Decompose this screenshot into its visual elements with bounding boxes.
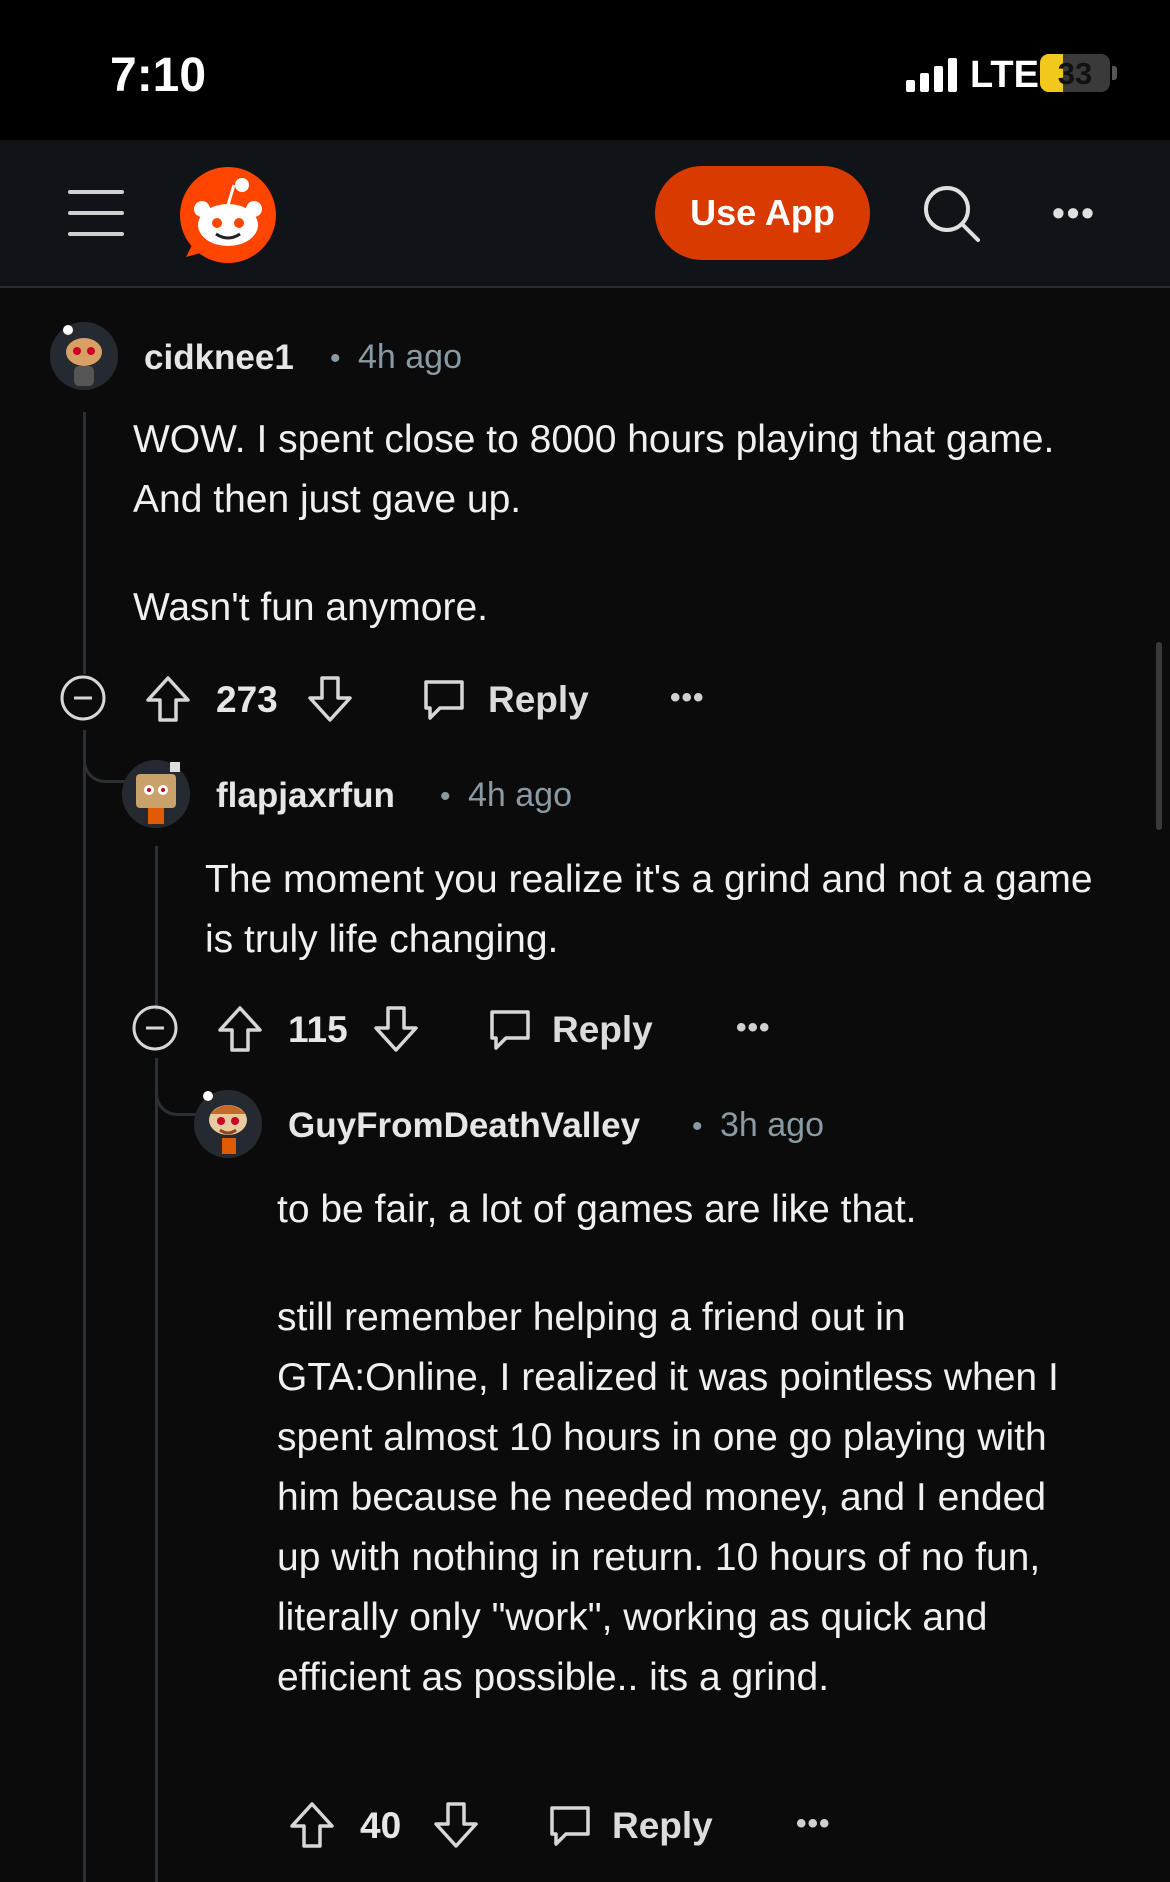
comment-author[interactable]: GuyFromDeathValley — [288, 1106, 640, 1146]
upvote-icon[interactable] — [288, 1800, 336, 1850]
snoo-avatar-icon — [122, 760, 190, 828]
more-icon[interactable]: ••• — [1046, 188, 1102, 238]
comment-body: to be fair, a lot of games are like that… — [277, 1180, 1097, 1708]
scrollbar[interactable] — [1156, 642, 1162, 830]
search-icon[interactable] — [920, 182, 984, 246]
reply-button[interactable]: Reply — [552, 1009, 653, 1051]
comment-paragraph: The moment you realize it's a grind and … — [205, 858, 1093, 961]
avatar[interactable] — [50, 322, 118, 390]
vote-count: 40 — [360, 1805, 402, 1846]
upvote-icon[interactable] — [216, 1004, 264, 1054]
reddit-logo[interactable] — [178, 165, 278, 265]
collapse-icon[interactable] — [60, 675, 106, 721]
comment-more-button[interactable]: ••• — [670, 681, 705, 715]
network-type: LTE — [970, 54, 1039, 96]
meta-separator: • — [692, 1110, 703, 1143]
thread-line[interactable] — [155, 1058, 158, 1882]
comment-time: 4h ago — [358, 338, 462, 376]
collapse-icon[interactable] — [132, 1005, 178, 1051]
comment-paragraph: to be fair, a lot of games are like that… — [277, 1188, 917, 1231]
upvote-icon[interactable] — [144, 674, 192, 724]
use-app-button[interactable]: Use App — [655, 166, 870, 260]
meta-separator: • — [330, 342, 341, 375]
reply-button[interactable]: Reply — [488, 679, 589, 721]
comment-time: 4h ago — [468, 776, 572, 814]
thread-line[interactable] — [83, 412, 86, 674]
comment-body: The moment you realize it's a grind and … — [205, 850, 1105, 970]
status-time: 7:10 — [110, 49, 207, 102]
comment-more-button[interactable]: ••• — [736, 1011, 771, 1045]
reply-icon[interactable] — [546, 1802, 594, 1850]
comment-body: WOW. I spent close to 8000 hours playing… — [133, 410, 1073, 638]
thread-line[interactable] — [155, 846, 158, 1010]
comment-paragraph: Wasn't fun anymore. — [133, 586, 488, 629]
avatar[interactable] — [194, 1090, 262, 1158]
vote-count: 273 — [216, 679, 278, 720]
snoo-avatar-icon — [50, 322, 118, 390]
thread-line[interactable] — [83, 730, 86, 1882]
comment-more-button[interactable]: ••• — [796, 1807, 831, 1841]
comment-time: 3h ago — [720, 1106, 824, 1144]
meta-separator: • — [440, 780, 451, 813]
reply-icon[interactable] — [420, 676, 468, 724]
snoo-avatar-icon — [194, 1090, 262, 1158]
battery-percent: 33 — [1057, 56, 1093, 91]
avatar[interactable] — [122, 760, 190, 828]
downvote-icon[interactable] — [432, 1800, 480, 1850]
comment-author[interactable]: cidknee1 — [144, 338, 294, 378]
reply-icon[interactable] — [486, 1006, 534, 1054]
reply-button[interactable]: Reply — [612, 1805, 713, 1847]
status-bar: 7:10 LTE 33 — [0, 0, 1170, 140]
vote-count: 115 — [288, 1009, 348, 1050]
downvote-icon[interactable] — [306, 674, 354, 724]
downvote-icon[interactable] — [372, 1004, 420, 1054]
comment-paragraph: still remember helping a friend out in G… — [277, 1296, 1059, 1699]
battery-tip — [1112, 66, 1117, 80]
battery-icon: 33 — [1040, 54, 1110, 92]
menu-icon[interactable] — [68, 190, 124, 236]
comment-paragraph: WOW. I spent close to 8000 hours playing… — [133, 418, 1055, 521]
app-header: Use App ••• — [0, 140, 1170, 288]
comment-author[interactable]: flapjaxrfun — [216, 776, 395, 816]
signal-icon — [906, 58, 957, 92]
